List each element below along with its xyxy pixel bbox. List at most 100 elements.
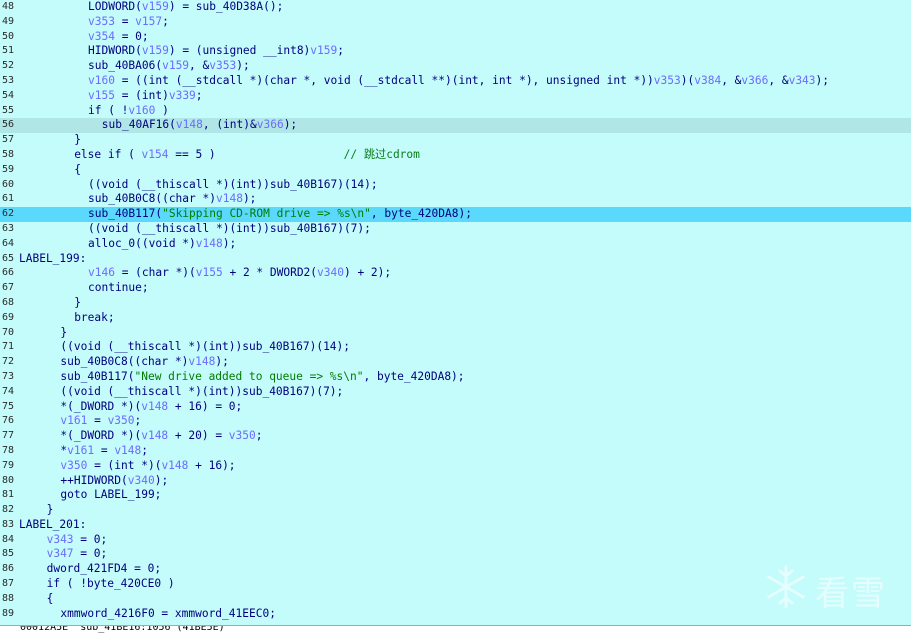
code-text[interactable]: v161 = v350; bbox=[60, 414, 141, 429]
code-line[interactable]: 57} bbox=[0, 133, 911, 148]
code-line[interactable]: 82} bbox=[0, 503, 911, 518]
code-text[interactable]: } bbox=[60, 326, 67, 341]
code-line[interactable]: 77 *(_DWORD *)(v148 + 20) = v350; bbox=[0, 429, 911, 444]
code-line[interactable]: 71 ((void (__thiscall *)(int))sub_40B167)… bbox=[0, 340, 911, 355]
code-text[interactable]: v146 = (char *)(v155 + 2 * DWORD2(v340) … bbox=[88, 266, 391, 281]
code-line[interactable]: 65 LABEL_199: bbox=[0, 252, 911, 267]
variable-token[interactable]: v148 bbox=[196, 237, 223, 250]
code-line[interactable]: 75 *(_DWORD *)(v148 + 16) = 0; bbox=[0, 400, 911, 415]
variable-token[interactable]: v340 bbox=[317, 266, 344, 279]
code-text[interactable]: xmmword_4216F0 = xmmword_41EEC0; bbox=[60, 607, 276, 622]
code-line[interactable]: 66 v146 = (char *)(v155 + 2 * DWORD2(v340… bbox=[0, 266, 911, 281]
code-text[interactable]: alloc_0((void *)v148); bbox=[88, 237, 236, 252]
variable-token[interactable]: v161 bbox=[60, 414, 87, 427]
variable-token[interactable]: v350 bbox=[229, 429, 256, 442]
code-line[interactable]: 68} bbox=[0, 296, 911, 311]
code-text[interactable]: v160 = ((int (__stdcall *)(char *, void … bbox=[88, 74, 829, 89]
code-text[interactable]: } bbox=[74, 296, 81, 311]
code-text[interactable]: v353 = v157; bbox=[88, 15, 169, 30]
code-text[interactable]: LABEL_201: bbox=[19, 518, 86, 533]
variable-token[interactable]: v159 bbox=[310, 44, 337, 57]
code-line[interactable]: 78 *v161 = v148; bbox=[0, 444, 911, 459]
code-text[interactable]: *v161 = v148; bbox=[60, 444, 148, 459]
code-text[interactable]: continue; bbox=[88, 281, 149, 296]
variable-token[interactable]: v353 bbox=[209, 59, 236, 72]
code-line[interactable]: 55 if ( !v160 ) bbox=[0, 104, 911, 119]
code-line[interactable]: 52 sub_40BA06(v159, &v353); bbox=[0, 59, 911, 74]
code-line[interactable]: 73 sub_40B117("New drive added to queue =… bbox=[0, 370, 911, 385]
variable-token[interactable]: v159 bbox=[162, 59, 189, 72]
code-text[interactable]: } bbox=[74, 133, 81, 148]
code-text[interactable]: sub_40B0C8((char *)v148); bbox=[88, 192, 256, 207]
variable-token[interactable]: v350 bbox=[108, 414, 135, 427]
code-text[interactable]: v350 = (int *)(v148 + 16); bbox=[60, 459, 235, 474]
variable-token[interactable]: v159 bbox=[142, 44, 169, 57]
code-line[interactable]: 53 v160 = ((int (__stdcall *)(char *, voi… bbox=[0, 74, 911, 89]
code-text[interactable]: sub_40B0C8((char *)v148); bbox=[60, 355, 228, 370]
variable-token[interactable]: v159 bbox=[142, 0, 169, 13]
code-line[interactable]: 79 v350 = (int *)(v148 + 16); bbox=[0, 459, 911, 474]
code-text[interactable]: { bbox=[47, 592, 54, 607]
code-text[interactable]: sub_40AF16(v148, (int)&v366); bbox=[102, 118, 297, 133]
code-text[interactable]: HIDWORD(v159) = (unsigned __int8)v159; bbox=[88, 44, 344, 59]
code-line[interactable]: 54 v155 = (int)v339; bbox=[0, 89, 911, 104]
code-text[interactable]: break; bbox=[74, 311, 114, 326]
code-line[interactable]: 56 sub_40AF16(v148, (int)&v366); bbox=[0, 118, 911, 134]
code-text[interactable]: LODWORD(v159) = sub_40D38A(); bbox=[88, 0, 283, 15]
code-text[interactable]: ((void (__thiscall *)(int))sub_40B167)(1… bbox=[60, 340, 350, 355]
code-line[interactable]: 72 sub_40B0C8((char *)v148); bbox=[0, 355, 911, 370]
code-line[interactable]: 76 v161 = v350; bbox=[0, 414, 911, 429]
variable-token[interactable]: v148 bbox=[141, 429, 168, 442]
variable-token[interactable]: v161 bbox=[67, 444, 94, 457]
code-text[interactable]: v343 = 0; bbox=[47, 533, 108, 548]
code-text[interactable]: v347 = 0; bbox=[47, 547, 108, 562]
code-line[interactable]: 85 v347 = 0; bbox=[0, 547, 911, 562]
variable-token[interactable]: v154 bbox=[142, 148, 169, 161]
code-line[interactable]: 69 break; bbox=[0, 311, 911, 326]
code-line[interactable]: 80 ++HIDWORD(v340); bbox=[0, 474, 911, 489]
pseudocode-view[interactable]: 48 LODWORD(v159) = sub_40D38A(); 49 v353 = … bbox=[0, 0, 911, 621]
variable-token[interactable]: v350 bbox=[60, 459, 87, 472]
code-text[interactable]: dword_421FD4 = 0; bbox=[47, 562, 162, 577]
code-line[interactable]: 48 LODWORD(v159) = sub_40D38A(); bbox=[0, 0, 911, 15]
code-text[interactable]: *(_DWORD *)(v148 + 16) = 0; bbox=[60, 400, 242, 415]
variable-token[interactable]: v155 bbox=[88, 89, 115, 102]
code-line[interactable]: 67 continue; bbox=[0, 281, 911, 296]
code-text[interactable]: sub_40B117("New drive added to queue => … bbox=[60, 370, 464, 385]
variable-token[interactable]: v354 bbox=[88, 30, 115, 43]
code-line[interactable]: 58 else if ( v154 == 5 ) // 跳过cdrom bbox=[0, 148, 911, 163]
code-line[interactable]: 63 ((void (__thiscall *)(int))sub_40B167)… bbox=[0, 222, 911, 237]
code-line[interactable]: 60 ((void (__thiscall *)(int))sub_40B167)… bbox=[0, 178, 911, 193]
variable-token[interactable]: v343 bbox=[47, 533, 74, 546]
code-text[interactable]: LABEL_199: bbox=[19, 252, 86, 267]
code-line[interactable]: 83 LABEL_201: bbox=[0, 518, 911, 533]
variable-token[interactable]: v160 bbox=[88, 74, 115, 87]
variable-token[interactable]: v148 bbox=[176, 118, 203, 131]
variable-token[interactable]: v148 bbox=[114, 444, 141, 457]
variable-token[interactable]: v343 bbox=[789, 74, 816, 87]
code-text[interactable]: { bbox=[74, 163, 81, 178]
code-line[interactable]: 81 goto LABEL_199; bbox=[0, 488, 911, 503]
variable-token[interactable]: v366 bbox=[257, 118, 284, 131]
code-line[interactable]: 84 v343 = 0; bbox=[0, 533, 911, 548]
code-text[interactable]: goto LABEL_199; bbox=[60, 488, 161, 503]
code-text[interactable]: *(_DWORD *)(v148 + 20) = v350; bbox=[60, 429, 262, 444]
code-line[interactable]: 74 ((void (__thiscall *)(int))sub_40B167)… bbox=[0, 385, 911, 400]
code-line[interactable]: 61 sub_40B0C8((char *)v148); bbox=[0, 192, 911, 207]
variable-token[interactable]: v160 bbox=[128, 104, 155, 117]
variable-token[interactable]: v155 bbox=[196, 266, 223, 279]
code-line[interactable]: 59 { bbox=[0, 163, 911, 178]
variable-token[interactable]: v157 bbox=[135, 15, 162, 28]
code-line[interactable]: 70} bbox=[0, 326, 911, 341]
variable-token[interactable]: v340 bbox=[128, 474, 155, 487]
code-text[interactable]: ++HIDWORD(v340); bbox=[60, 474, 168, 489]
variable-token[interactable]: v148 bbox=[216, 192, 243, 205]
code-text[interactable]: v354 = 0; bbox=[88, 30, 149, 45]
code-text[interactable]: } bbox=[47, 503, 54, 518]
variable-token[interactable]: v353 bbox=[88, 15, 115, 28]
variable-token[interactable]: v384 bbox=[694, 74, 721, 87]
code-text[interactable]: ((void (__thiscall *)(int))sub_40B167)(7… bbox=[88, 222, 371, 237]
variable-token[interactable]: v148 bbox=[161, 459, 188, 472]
variable-token[interactable]: v148 bbox=[188, 355, 215, 368]
code-text[interactable]: if ( !v160 ) bbox=[88, 104, 169, 119]
